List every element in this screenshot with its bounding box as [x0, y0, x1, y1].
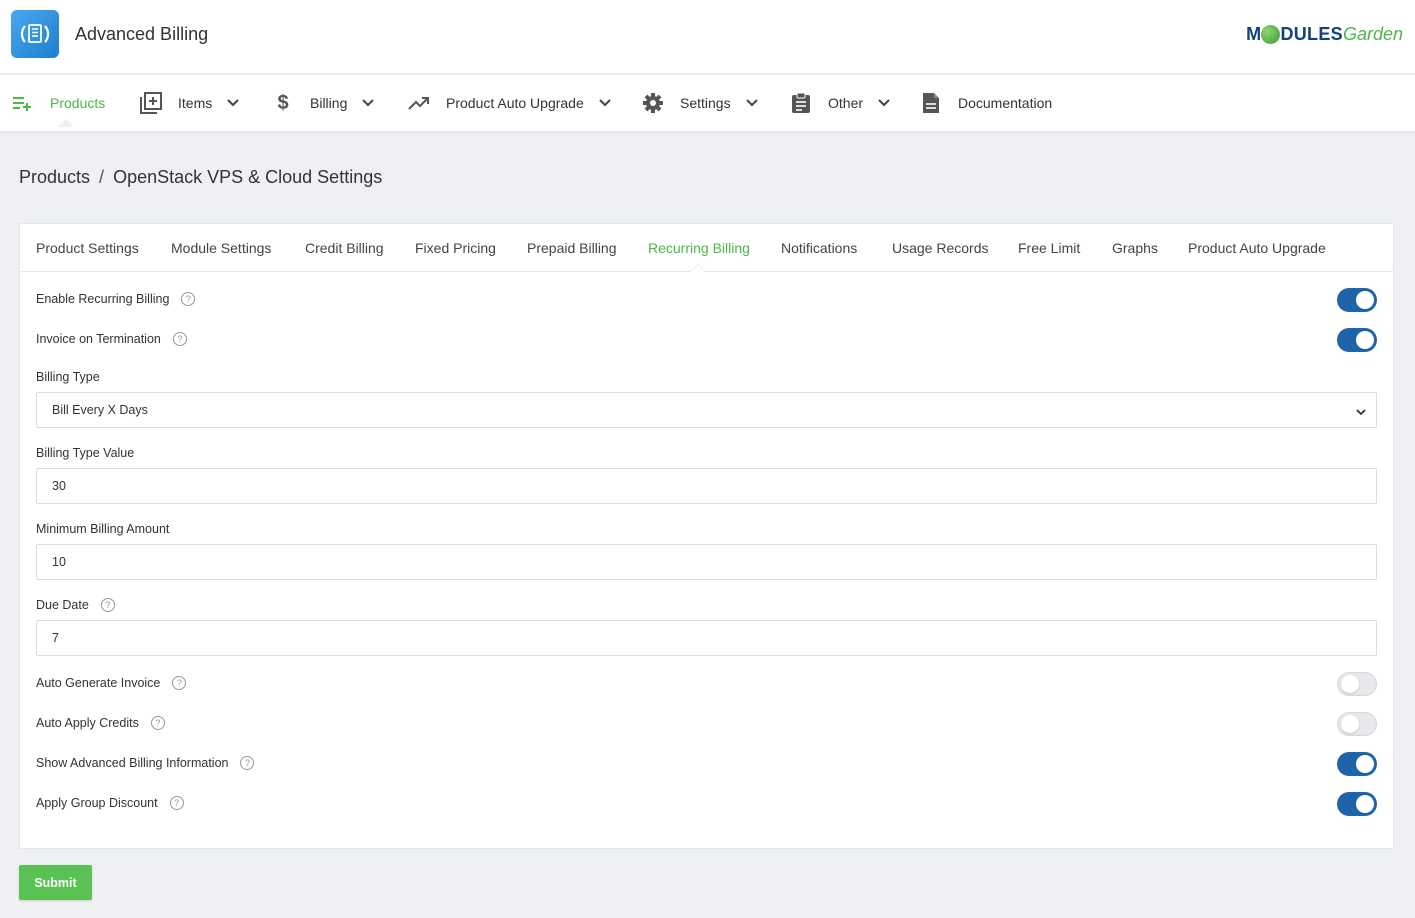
globe-icon — [1261, 25, 1281, 44]
tab-module-settings[interactable]: Module Settings — [171, 240, 271, 256]
gear-icon — [642, 92, 664, 114]
billing-type-value-input[interactable]: 30 — [36, 468, 1377, 504]
active-tab-indicator — [690, 264, 706, 272]
billing-type-value-label: Billing Type Value — [36, 446, 135, 460]
minimum-billing-amount-input[interactable]: 10 — [36, 544, 1377, 580]
dollar-icon: $ — [277, 91, 289, 114]
invoice-on-termination-toggle[interactable] — [1337, 328, 1377, 352]
breadcrumb-root[interactable]: Products — [19, 167, 90, 187]
tab-free-limit[interactable]: Free Limit — [1018, 240, 1080, 256]
auto-apply-credits-toggle[interactable] — [1337, 712, 1377, 736]
tab-product-auto-upgrade[interactable]: Product Auto Upgrade — [1188, 240, 1326, 256]
nav-item-settings[interactable]: Settings — [642, 75, 758, 131]
help-icon[interactable]: ? — [172, 676, 187, 690]
trending-up-icon — [408, 92, 430, 114]
nav-item-documentation[interactable]: Documentation — [920, 75, 1052, 131]
tab-usage-records[interactable]: Usage Records — [892, 240, 989, 256]
auto-apply-credits-label: Auto Apply Credits ? — [36, 716, 165, 730]
help-icon[interactable]: ? — [181, 292, 196, 306]
main-nav: Products Items $ Billing Product Auto Up… — [0, 75, 1415, 131]
minimum-billing-amount-label: Minimum Billing Amount — [36, 522, 170, 536]
breadcrumb-current: OpenStack VPS & Cloud Settings — [113, 167, 383, 187]
show-advanced-billing-information-toggle[interactable] — [1337, 752, 1377, 776]
auto-generate-invoice-label: Auto Generate Invoice ? — [36, 676, 187, 690]
tab-prepaid-billing[interactable]: Prepaid Billing — [527, 240, 617, 256]
billing-type-select[interactable]: Bill Every X Days — [36, 392, 1377, 428]
help-icon[interactable]: ? — [240, 756, 255, 770]
submit-button[interactable]: Submit — [19, 865, 92, 900]
document-icon — [920, 92, 942, 114]
nav-item-items[interactable]: Items — [140, 75, 239, 131]
due-date-label: Due Date ? — [36, 598, 115, 612]
breadcrumb-separator: / — [99, 167, 105, 187]
help-icon[interactable]: ? — [169, 796, 184, 810]
tab-fixed-pricing[interactable]: Fixed Pricing — [415, 240, 496, 256]
enable-recurring-billing-label: Enable Recurring Billing ? — [36, 292, 196, 306]
top-bar: Advanced Billing M DULES Garden — [0, 0, 1415, 74]
due-date-input[interactable]: 7 — [36, 620, 1377, 656]
invoice-on-termination-label: Invoice on Termination ? — [36, 332, 187, 346]
tab-graphs[interactable]: Graphs — [1112, 240, 1158, 256]
chevron-down-icon — [878, 97, 890, 109]
tab-product-settings[interactable]: Product Settings — [36, 240, 139, 256]
chevron-down-icon — [745, 97, 758, 109]
tab-recurring-billing[interactable]: Recurring Billing — [648, 240, 750, 256]
auto-generate-invoice-toggle[interactable] — [1337, 672, 1377, 696]
modulesgarden-logo[interactable]: M DULES Garden — [1246, 24, 1403, 45]
nav-item-other[interactable]: Other — [790, 75, 890, 131]
billing-logo-icon — [20, 24, 50, 43]
help-icon[interactable]: ? — [150, 716, 165, 730]
chevron-down-icon — [362, 97, 375, 109]
playlist-add-icon — [12, 92, 34, 114]
toggle-knob — [1356, 795, 1374, 813]
app-logo[interactable] — [11, 10, 59, 58]
chevron-down-icon — [599, 97, 611, 109]
toggle-knob — [1356, 291, 1374, 309]
chevron-down-icon — [1356, 405, 1366, 419]
active-nav-indicator — [58, 119, 74, 127]
settings-tabs: Product Settings Module Settings Credit … — [20, 224, 1393, 272]
clipboard-icon — [790, 92, 812, 114]
apply-group-discount-label: Apply Group Discount ? — [36, 796, 184, 810]
help-icon[interactable]: ? — [100, 598, 115, 612]
enable-recurring-billing-toggle[interactable] — [1337, 288, 1377, 312]
nav-item-product-auto-upgrade[interactable]: Product Auto Upgrade — [408, 75, 611, 131]
toggle-knob — [1356, 331, 1374, 349]
settings-card: Product Settings Module Settings Credit … — [19, 223, 1394, 849]
tab-notifications[interactable]: Notifications — [781, 240, 857, 256]
toggle-knob — [1341, 675, 1359, 693]
tab-credit-billing[interactable]: Credit Billing — [305, 240, 384, 256]
apply-group-discount-toggle[interactable] — [1337, 792, 1377, 816]
chevron-down-icon — [227, 97, 239, 109]
app-title: Advanced Billing — [75, 24, 209, 44]
show-advanced-billing-information-label: Show Advanced Billing Information ? — [36, 756, 255, 770]
billing-type-label: Billing Type — [36, 370, 100, 384]
toggle-knob — [1356, 755, 1374, 773]
help-icon[interactable]: ? — [172, 332, 187, 346]
toggle-knob — [1341, 715, 1359, 733]
nav-item-billing[interactable]: $ Billing — [272, 75, 375, 131]
breadcrumb: Products / OpenStack VPS & Cloud Settings — [19, 167, 382, 188]
library-add-icon — [140, 92, 162, 114]
